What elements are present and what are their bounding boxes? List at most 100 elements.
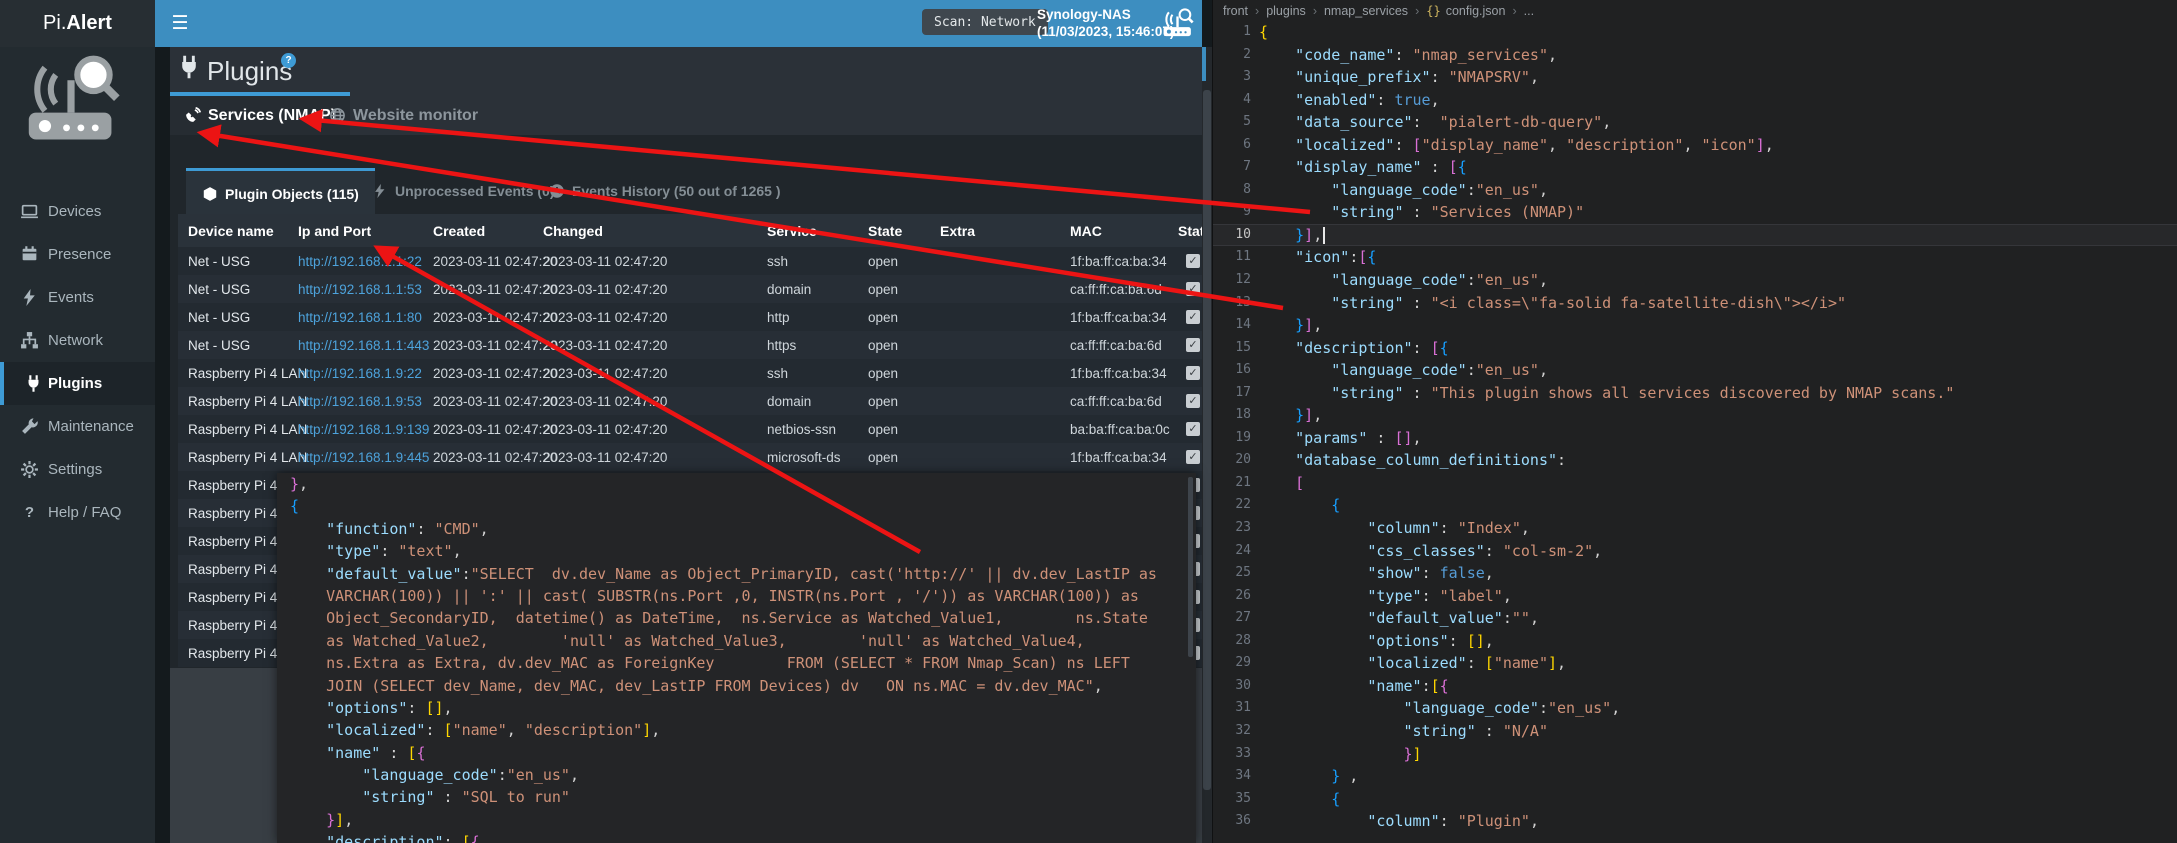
hamburger-icon[interactable]: ☰ [160,0,200,47]
bolt-icon [20,288,39,307]
breadcrumb-item[interactable]: ... [1524,4,1534,18]
ip-port-link[interactable]: http://192.168.1.9:139 [298,422,429,437]
line-number: 12 [1213,269,1251,292]
row-checkbox[interactable]: ✓ [1186,282,1200,296]
editor-line: 11 "icon":[{ [1213,246,2177,269]
cell-ip-port: http://192.168.1.9:53 [298,387,422,415]
column-header-created[interactable]: Created [433,214,485,247]
ip-port-link[interactable]: http://192.168.1.1:22 [298,254,422,269]
host-info: Synology-NAS (11/03/2023, 15:46:07) [1037,6,1174,40]
row-checkbox[interactable]: ✓ [1186,450,1200,464]
cell-mac: ca:ff:ff:ca:ba:6d [1070,331,1162,359]
cell-created: 2023-03-11 02:47:20 [433,247,557,275]
ip-port-link[interactable]: http://192.168.1.9:53 [298,394,422,409]
editor-line: 10 }], [1213,224,2177,247]
cell-state: open [868,331,898,359]
router-scan-icon[interactable] [1160,5,1198,41]
editor-line: 36 "column": "Plugin", [1213,810,2177,833]
cell-device-name: Net - USG [188,303,250,331]
clock-icon [549,183,565,199]
subtab-plugin-objects-115[interactable]: Plugin Objects (115) [186,168,375,217]
column-header-mac[interactable]: MAC [1070,214,1102,247]
column-header-device-name[interactable]: Device name [188,214,274,247]
editor-line: 12 "language_code":"en_us", [1213,269,2177,292]
row-checkbox[interactable]: ✓ [1186,254,1200,268]
line-code: "name":[{ [1259,675,1449,698]
editor-line: 2 "code_name": "nmap_services", [1213,44,2177,67]
overlay-code-line: as Watched_Value2, 'null' as Watched_Val… [277,630,1196,652]
line-number: 1 [1213,21,1251,44]
page-scrollbar[interactable] [1202,47,1212,843]
sidebar-item-events[interactable]: Events [0,276,155,319]
cell-service: netbios-ssn [767,415,836,443]
scrollbar-accent [1202,47,1206,81]
cell-device-name: Raspberry Pi 4 LAN [188,387,307,415]
line-number: 7 [1213,156,1251,179]
overlay-code-line: "description": [{ [277,831,1196,843]
sidebar-item-label: Plugins [48,375,102,392]
cell-mac: 1f:ba:ff:ca:ba:34 [1070,247,1167,275]
line-code: }], [1259,224,1325,247]
ip-port-link[interactable]: http://192.168.1.1:443 [298,338,429,353]
editor-line: 9 "string" : "Services (NMAP)" [1213,201,2177,224]
table-row: Net - USGhttp://192.168.1.1:222023-03-11… [178,247,1202,275]
sidebar-item-maintenance[interactable]: Maintenance [0,405,155,448]
sidebar-item-devices[interactable]: Devices [0,190,155,233]
column-header-changed[interactable]: Changed [543,214,603,247]
sidebar-item-network[interactable]: Network [0,319,155,362]
breadcrumb-label: config.json [1446,4,1506,18]
ip-port-link[interactable]: http://192.168.1.1:80 [298,310,422,325]
ip-port-link[interactable]: http://192.168.1.9:445 [298,450,429,465]
line-number: 4 [1213,89,1251,112]
app-logo[interactable]: Pi.Alert [0,0,155,47]
line-number: 21 [1213,472,1251,495]
scrollbar-thumb[interactable] [1203,90,1211,790]
row-checkbox[interactable]: ✓ [1186,422,1200,436]
breadcrumb-item[interactable]: plugins [1266,4,1306,18]
subtab-events-history-50-out-of-1265[interactable]: Events History (50 out of 1265 ) [533,168,797,214]
sidebar-item-presence[interactable]: Presence [0,233,155,276]
code-editor[interactable]: front›plugins›nmap_services›{}config.jso… [1212,0,2177,843]
column-header-state[interactable]: State [868,214,902,247]
line-code: "language_code":"en_us", [1259,697,1620,720]
cell-device-name: Raspberry Pi 4 LAN [188,415,307,443]
cell-service: microsoft-ds [767,443,841,471]
satellite-dish-icon [184,107,201,124]
breadcrumb-item[interactable]: front [1223,4,1248,18]
column-header-ip-and-port[interactable]: Ip and Port [298,214,371,247]
row-checkbox[interactable]: ✓ [1186,338,1200,352]
wrench-icon [20,417,39,436]
bolt-icon [372,183,388,199]
sidebar-item-plugins[interactable]: Plugins [0,362,155,405]
line-code: "default_value":"", [1259,607,1539,630]
gear-icon [20,460,39,479]
sidebar-item-settings[interactable]: Settings [0,448,155,491]
tab-website-monitor[interactable]: Website monitor [315,96,492,135]
row-checkbox[interactable]: ✓ [1186,394,1200,408]
line-code: }], [1259,404,1322,427]
row-checkbox[interactable]: ✓ [1186,310,1200,324]
line-code: "localized": ["display_name", "descripti… [1259,134,1774,157]
ip-port-link[interactable]: http://192.168.1.9:22 [298,366,422,381]
line-number: 31 [1213,697,1251,720]
help-badge[interactable]: ? [281,53,296,68]
ip-port-link[interactable]: http://192.168.1.1:53 [298,282,422,297]
column-header-service[interactable]: Service [767,214,817,247]
overlay-scrollbar-thumb[interactable] [1188,477,1193,657]
row-checkbox[interactable]: ✓ [1186,366,1200,380]
sidebar-item-label: Events [48,289,94,306]
cell-service: https [767,331,796,359]
column-header-extra[interactable]: Extra [940,214,975,247]
editor-code-area[interactable]: 1{2 "code_name": "nmap_services",3 "uniq… [1213,21,2177,833]
line-code: { [1259,788,1340,811]
subtab-label: Events History (50 out of 1265 ) [572,183,781,199]
breadcrumb-item[interactable]: nmap_services [1324,4,1408,18]
laptop-icon [20,202,39,221]
cell-state: open [868,387,898,415]
breadcrumb-item[interactable]: {} config.json [1426,4,1505,18]
line-number: 16 [1213,359,1251,382]
cell-changed: 2023-03-11 02:47:20 [543,247,667,275]
json-file-icon: {} [1426,4,1440,18]
sidebar-item-help-faq[interactable]: ?Help / FAQ [0,491,155,534]
line-number: 18 [1213,404,1251,427]
